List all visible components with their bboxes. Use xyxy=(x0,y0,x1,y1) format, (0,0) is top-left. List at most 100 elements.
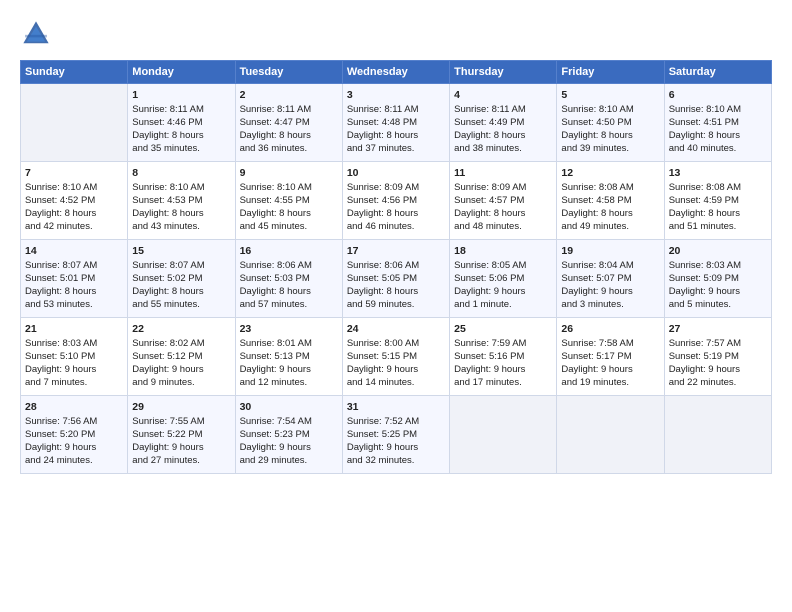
cell-content-line: and 38 minutes. xyxy=(454,143,552,156)
cell-content-line: Sunset: 4:58 PM xyxy=(561,195,659,208)
cell-content-line: Sunset: 5:13 PM xyxy=(240,351,338,364)
day-number: 2 xyxy=(240,88,338,102)
cell-content-line: Daylight: 8 hours xyxy=(561,130,659,143)
calendar-cell: 26Sunrise: 7:58 AMSunset: 5:17 PMDayligh… xyxy=(557,318,664,396)
cell-content-line: Sunset: 5:03 PM xyxy=(240,273,338,286)
cell-content-line: Sunrise: 8:02 AM xyxy=(132,338,230,351)
cell-content-line: Sunset: 4:52 PM xyxy=(25,195,123,208)
cell-content-line: and 14 minutes. xyxy=(347,377,445,390)
cell-content-line: and 24 minutes. xyxy=(25,455,123,468)
calendar-cell: 19Sunrise: 8:04 AMSunset: 5:07 PMDayligh… xyxy=(557,240,664,318)
cell-content-line: and 36 minutes. xyxy=(240,143,338,156)
calendar-cell: 18Sunrise: 8:05 AMSunset: 5:06 PMDayligh… xyxy=(450,240,557,318)
cell-content-line: Sunrise: 8:08 AM xyxy=(669,182,767,195)
cell-content-line: Sunset: 5:17 PM xyxy=(561,351,659,364)
cell-content-line: Sunrise: 8:07 AM xyxy=(25,260,123,273)
page: SundayMondayTuesdayWednesdayThursdayFrid… xyxy=(0,0,792,612)
day-number: 31 xyxy=(347,400,445,414)
cell-content-line: Daylight: 8 hours xyxy=(347,130,445,143)
cell-content-line: and 37 minutes. xyxy=(347,143,445,156)
col-header-wednesday: Wednesday xyxy=(342,61,449,84)
calendar-cell xyxy=(664,396,771,474)
cell-content-line: Sunrise: 8:11 AM xyxy=(347,104,445,117)
cell-content-line: Daylight: 8 hours xyxy=(454,208,552,221)
day-number: 21 xyxy=(25,322,123,336)
day-number: 14 xyxy=(25,244,123,258)
calendar-cell: 1Sunrise: 8:11 AMSunset: 4:46 PMDaylight… xyxy=(128,84,235,162)
cell-content-line: Daylight: 8 hours xyxy=(669,130,767,143)
cell-content-line: Daylight: 9 hours xyxy=(25,364,123,377)
cell-content-line: Daylight: 8 hours xyxy=(25,208,123,221)
col-header-sunday: Sunday xyxy=(21,61,128,84)
cell-content-line: Daylight: 8 hours xyxy=(132,208,230,221)
calendar-cell: 24Sunrise: 8:00 AMSunset: 5:15 PMDayligh… xyxy=(342,318,449,396)
week-row-2: 7Sunrise: 8:10 AMSunset: 4:52 PMDaylight… xyxy=(21,162,772,240)
cell-content-line: Daylight: 9 hours xyxy=(132,364,230,377)
cell-content-line: Sunset: 5:09 PM xyxy=(669,273,767,286)
cell-content-line: Sunset: 4:59 PM xyxy=(669,195,767,208)
cell-content-line: Sunset: 5:22 PM xyxy=(132,429,230,442)
calendar-cell: 29Sunrise: 7:55 AMSunset: 5:22 PMDayligh… xyxy=(128,396,235,474)
cell-content-line: and 53 minutes. xyxy=(25,299,123,312)
calendar-cell xyxy=(557,396,664,474)
cell-content-line: Daylight: 9 hours xyxy=(347,442,445,455)
cell-content-line: Sunset: 4:51 PM xyxy=(669,117,767,130)
cell-content-line: Daylight: 9 hours xyxy=(454,364,552,377)
cell-content-line: Sunset: 5:01 PM xyxy=(25,273,123,286)
cell-content-line: Sunrise: 8:10 AM xyxy=(669,104,767,117)
cell-content-line: and 45 minutes. xyxy=(240,221,338,234)
calendar-cell: 4Sunrise: 8:11 AMSunset: 4:49 PMDaylight… xyxy=(450,84,557,162)
cell-content-line: Daylight: 8 hours xyxy=(132,286,230,299)
day-number: 30 xyxy=(240,400,338,414)
cell-content-line: Sunset: 5:07 PM xyxy=(561,273,659,286)
day-number: 26 xyxy=(561,322,659,336)
cell-content-line: Daylight: 8 hours xyxy=(240,286,338,299)
cell-content-line: Sunset: 5:23 PM xyxy=(240,429,338,442)
col-header-saturday: Saturday xyxy=(664,61,771,84)
cell-content-line: Sunset: 4:56 PM xyxy=(347,195,445,208)
calendar-cell: 8Sunrise: 8:10 AMSunset: 4:53 PMDaylight… xyxy=(128,162,235,240)
day-number: 24 xyxy=(347,322,445,336)
cell-content-line: Sunrise: 8:00 AM xyxy=(347,338,445,351)
cell-content-line: and 48 minutes. xyxy=(454,221,552,234)
day-number: 18 xyxy=(454,244,552,258)
day-number: 1 xyxy=(132,88,230,102)
cell-content-line: Daylight: 9 hours xyxy=(240,442,338,455)
calendar-cell: 31Sunrise: 7:52 AMSunset: 5:25 PMDayligh… xyxy=(342,396,449,474)
cell-content-line: Sunrise: 7:54 AM xyxy=(240,416,338,429)
cell-content-line: Sunset: 5:02 PM xyxy=(132,273,230,286)
calendar-cell: 25Sunrise: 7:59 AMSunset: 5:16 PMDayligh… xyxy=(450,318,557,396)
cell-content-line: Sunset: 5:20 PM xyxy=(25,429,123,442)
calendar-cell: 9Sunrise: 8:10 AMSunset: 4:55 PMDaylight… xyxy=(235,162,342,240)
col-header-friday: Friday xyxy=(557,61,664,84)
calendar-cell: 2Sunrise: 8:11 AMSunset: 4:47 PMDaylight… xyxy=(235,84,342,162)
week-row-5: 28Sunrise: 7:56 AMSunset: 5:20 PMDayligh… xyxy=(21,396,772,474)
cell-content-line: Sunset: 5:10 PM xyxy=(25,351,123,364)
day-number: 3 xyxy=(347,88,445,102)
cell-content-line: Sunset: 5:12 PM xyxy=(132,351,230,364)
cell-content-line: Sunset: 5:25 PM xyxy=(347,429,445,442)
week-row-1: 1 Sunrise: 8:11 AM Sunset: 4:46 PM Daylight… xyxy=(21,84,772,162)
cell-content-line: and 55 minutes. xyxy=(132,299,230,312)
calendar-cell: 10Sunrise: 8:09 AMSunset: 4:56 PMDayligh… xyxy=(342,162,449,240)
cell-content-line: Sunrise: 7:55 AM xyxy=(132,416,230,429)
cell-content-line: and 42 minutes. xyxy=(25,221,123,234)
week-row-3: 14Sunrise: 8:07 AMSunset: 5:01 PMDayligh… xyxy=(21,240,772,318)
cell-content-line: Sunrise: 8:09 AM xyxy=(454,182,552,195)
cell-content-line: Sunrise: 8:07 AM xyxy=(132,260,230,273)
day-number: 15 xyxy=(132,244,230,258)
day-number: 16 xyxy=(240,244,338,258)
day-number: 28 xyxy=(25,400,123,414)
calendar-cell: 27Sunrise: 7:57 AMSunset: 5:19 PMDayligh… xyxy=(664,318,771,396)
cell-content-line: and 27 minutes. xyxy=(132,455,230,468)
cell-content-line: Sunrise: 8:04 AM xyxy=(561,260,659,273)
day-number: 12 xyxy=(561,166,659,180)
day-number: 5 xyxy=(561,88,659,102)
cell-content-line: Daylight: 9 hours xyxy=(240,364,338,377)
calendar-cell: 13Sunrise: 8:08 AMSunset: 4:59 PMDayligh… xyxy=(664,162,771,240)
cell-content-line: Sunset: 4:48 PM xyxy=(347,117,445,130)
cell-content-line: Sunrise: 7:57 AM xyxy=(669,338,767,351)
cell-content-line: and 39 minutes. xyxy=(561,143,659,156)
cell-content-line: and 49 minutes. xyxy=(561,221,659,234)
cell-content-line: Sunset: 4:46 PM xyxy=(132,117,230,130)
